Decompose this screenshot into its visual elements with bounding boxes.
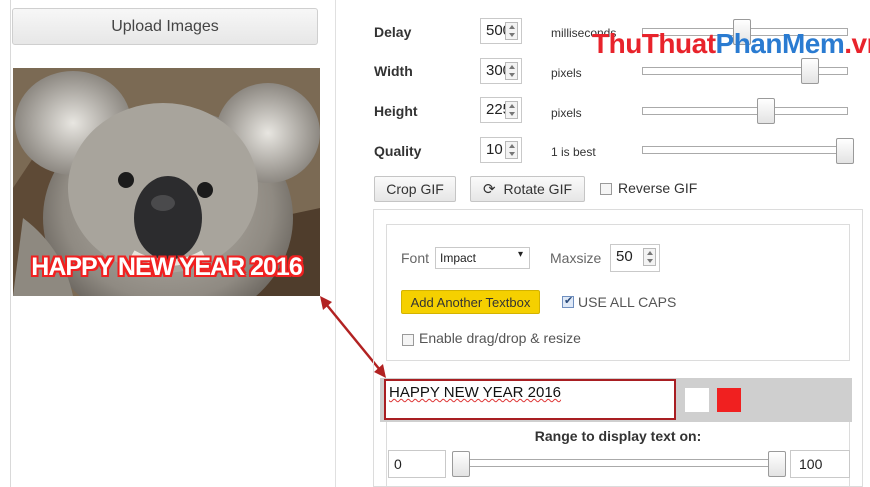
range-max-input[interactable]: 100 <box>790 450 850 478</box>
delay-spinner[interactable] <box>505 22 518 40</box>
left-panel-border <box>10 0 11 487</box>
font-select-value: Impact <box>440 251 477 265</box>
quality-unit: 1 is best <box>551 145 596 159</box>
range-min-input[interactable]: 0 <box>388 450 446 478</box>
width-unit: pixels <box>551 66 582 80</box>
upload-images-button[interactable]: Upload Images <box>12 8 318 45</box>
reverse-gif-label: Reverse GIF <box>618 180 698 196</box>
preview-caption: HAPPY NEW YEAR 2016 <box>31 253 302 281</box>
gif-preview-image: HAPPY NEW YEAR 2016 <box>13 68 320 296</box>
text-color-swatch[interactable] <box>685 388 709 412</box>
maxsize-spinner[interactable] <box>643 248 656 266</box>
height-slider-thumb[interactable] <box>757 98 775 124</box>
height-spinner[interactable] <box>505 101 518 119</box>
rotate-icon: ⟳ <box>482 180 496 198</box>
font-label: Font <box>401 250 430 266</box>
text-input[interactable]: HAPPY NEW YEAR 2016 <box>384 379 676 420</box>
all-caps-checkbox[interactable] <box>562 294 574 308</box>
drag-drop-checkbox[interactable] <box>402 334 414 346</box>
watermark-part1: ThuThuat <box>592 28 716 59</box>
watermark: ThuThuatPhanMem.vn <box>592 28 870 60</box>
reverse-gif-checkbox[interactable] <box>600 183 612 195</box>
range-label: Range to display text on: <box>534 428 702 444</box>
watermark-part2: PhanMem <box>715 28 845 59</box>
range-max-value: 100 <box>799 456 823 472</box>
quality-label: Quality <box>374 143 422 159</box>
width-spinner[interactable] <box>505 62 518 80</box>
all-caps-label: USE ALL CAPS <box>578 294 677 310</box>
maxsize-input[interactable]: 50 <box>610 244 660 272</box>
font-select[interactable]: Impact ▾ <box>435 247 530 269</box>
width-slider-thumb[interactable] <box>801 58 819 84</box>
width-input[interactable]: 300 <box>480 58 522 84</box>
rotate-gif-label: Rotate GIF <box>503 181 573 197</box>
height-slider-track[interactable] <box>642 107 848 115</box>
drag-drop-label: Enable drag/drop & resize <box>419 330 581 346</box>
delay-label: Delay <box>374 24 412 40</box>
height-label: Height <box>374 103 418 119</box>
crop-gif-button[interactable]: Crop GIF <box>374 176 456 202</box>
text-input-value: HAPPY NEW YEAR 2016 <box>389 384 562 401</box>
add-textbox-button[interactable]: Add Another Textbox <box>401 290 540 314</box>
width-label: Width <box>374 63 413 79</box>
quality-slider-thumb[interactable] <box>836 138 854 164</box>
panel-divider <box>335 0 336 487</box>
outline-color-swatch[interactable] <box>717 388 741 412</box>
maxsize-value: 50 <box>616 248 633 265</box>
quality-value: 10 <box>486 141 503 158</box>
rotate-gif-button[interactable]: ⟳ Rotate GIF <box>470 176 585 202</box>
height-input[interactable]: 225 <box>480 97 522 123</box>
range-slider-track[interactable] <box>454 459 784 467</box>
chevron-down-icon: ▾ <box>517 249 523 260</box>
quality-spinner[interactable] <box>505 141 518 159</box>
maxsize-label: Maxsize <box>550 250 602 266</box>
height-unit: pixels <box>551 106 582 120</box>
delay-input[interactable]: 500 <box>480 18 522 44</box>
range-slider-max-thumb[interactable] <box>768 451 786 477</box>
range-min-value: 0 <box>394 456 402 472</box>
range-slider-min-thumb[interactable] <box>452 451 470 477</box>
watermark-part3: .vn <box>844 28 870 59</box>
quality-slider-track[interactable] <box>642 146 848 154</box>
quality-input[interactable]: 10 <box>480 137 522 163</box>
